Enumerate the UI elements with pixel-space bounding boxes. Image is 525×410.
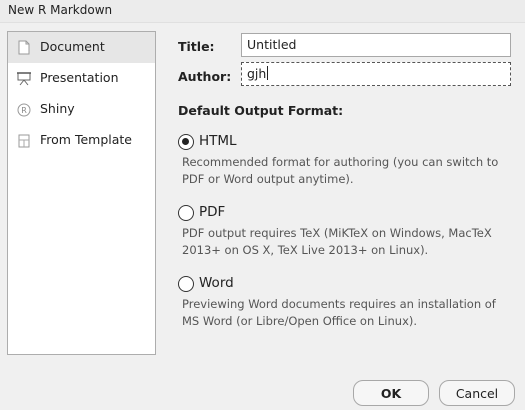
radio-html[interactable] [178,134,194,150]
html-description: Recommended format for authoring (you ca… [182,155,499,186]
document-icon [17,40,31,55]
radio-pdf[interactable] [178,205,194,221]
author-input-value: gjh [247,66,267,81]
sidebar-item-label: Presentation [40,70,119,85]
window-title: New R Markdown [8,3,113,17]
title-bar: New R Markdown [0,0,525,23]
sidebar-item-document[interactable]: Document [8,32,155,63]
text-caret [267,66,269,80]
title-label: Title: [178,39,215,54]
sidebar-item-presentation[interactable]: Presentation [8,63,155,94]
radio-word-label[interactable]: Word [199,275,234,291]
radio-word[interactable] [178,276,194,292]
author-label: Author: [178,69,232,84]
sidebar-item-from-template[interactable]: From Template [8,125,155,156]
sidebar-item-shiny[interactable]: R Shiny [8,94,155,125]
ok-button[interactable]: OK [353,380,429,406]
output-format-heading: Default Output Format: [178,103,344,118]
radio-pdf-label[interactable]: PDF [199,204,225,220]
author-input[interactable]: gjh [241,62,511,86]
template-type-list: Document Presentation R Shiny From Templ… [7,31,156,355]
sidebar-item-label: From Template [40,132,132,147]
shiny-icon: R [17,102,31,117]
radio-html-label[interactable]: HTML [199,133,237,149]
pdf-description: PDF output requires TeX (MiKTeX on Windo… [182,226,492,257]
title-input[interactable]: Untitled [241,33,511,57]
template-icon [17,133,31,148]
sidebar-item-label: Document [40,39,105,54]
cancel-button[interactable]: Cancel [439,380,515,406]
word-description: Previewing Word documents requires an in… [182,297,496,328]
title-input-value: Untitled [247,37,297,52]
presentation-icon [17,71,31,86]
svg-text:R: R [21,106,27,115]
sidebar-item-label: Shiny [40,101,75,116]
